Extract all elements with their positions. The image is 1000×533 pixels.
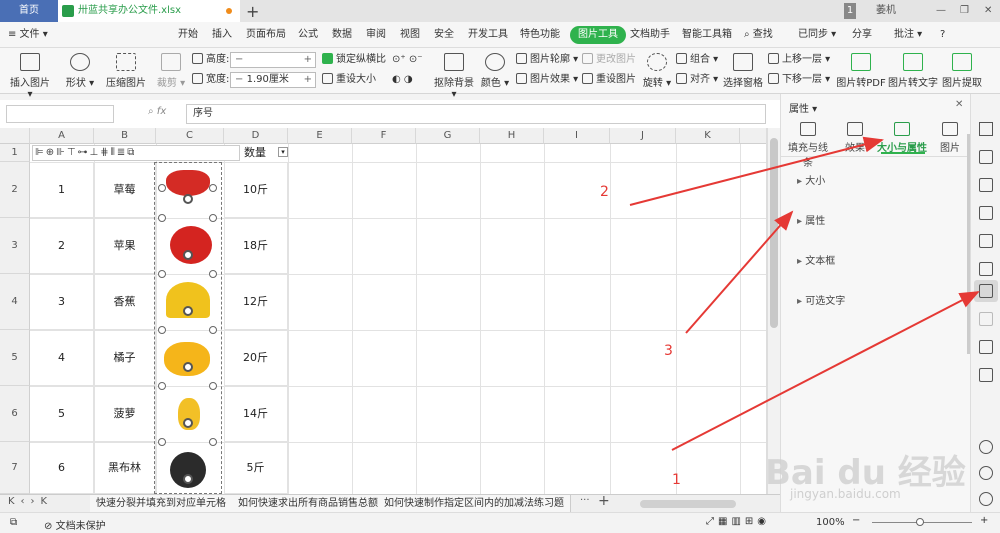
- annotation-number-1: 1: [672, 472, 681, 488]
- arrow-3: [685, 210, 794, 334]
- arrow-1: [671, 291, 980, 451]
- annotation-number-3: 3: [664, 343, 673, 359]
- annotation-number-2: 2: [600, 184, 609, 200]
- baidu-watermark-url: jingyan.baidu.com: [790, 487, 901, 501]
- arrow-2: [629, 136, 884, 206]
